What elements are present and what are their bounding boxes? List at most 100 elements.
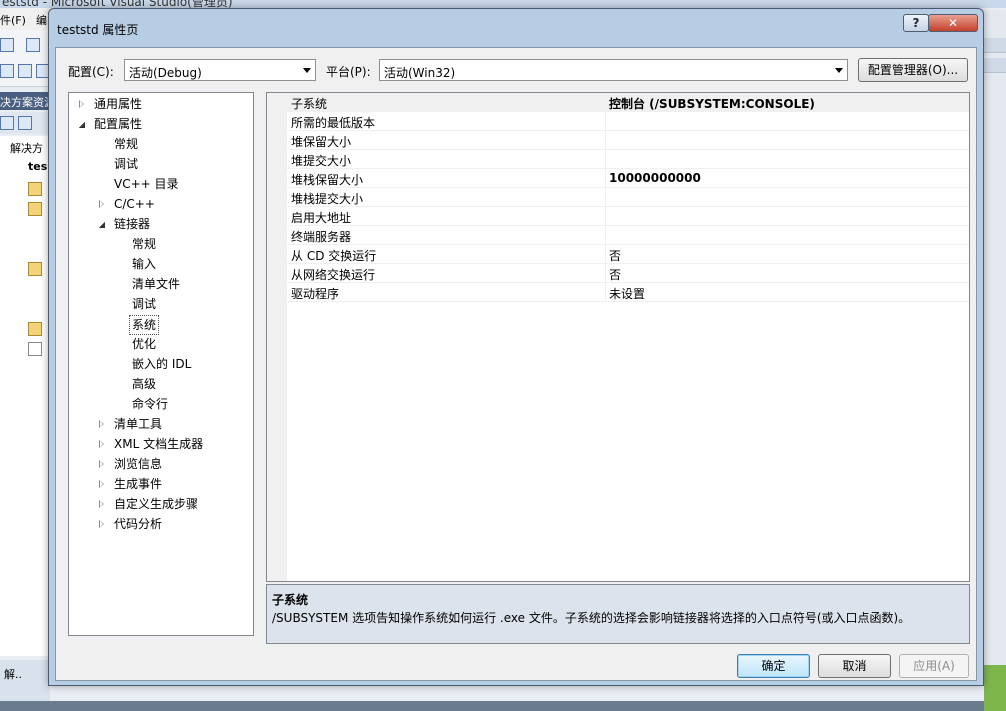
property-row[interactable]: 所需的最低版本 [287,112,969,131]
property-row[interactable]: 驱动程序 未设置 [287,283,969,302]
properties-icon[interactable] [0,116,14,130]
background-menu-edit[interactable]: 编 [36,12,47,28]
project-node[interactable]: tes [28,160,47,173]
tree-node[interactable]: 优化 [69,335,253,353]
tree-node[interactable]: 常规 [69,235,253,253]
property-grid: 子系统 控制台 (/SUBSYSTEM:CONSOLE) 所需的最低版本 堆保留大小堆… [266,92,970,582]
config-dropdown[interactable]: 活动(Debug) [124,59,316,81]
config-manager-button[interactable]: 配置管理器(O)... [858,58,968,82]
tree-node[interactable]: 嵌入的 IDL [69,355,253,373]
solution-node[interactable]: 解决方 [10,140,43,156]
background-toolbar-1 [0,30,50,58]
solution-explorer-tab[interactable]: 解.. [4,666,22,682]
close-button[interactable]: ✕ [928,14,978,32]
collapsed-arrow-icon[interactable] [99,420,104,428]
collapsed-arrow-icon[interactable] [99,440,104,448]
tree-node[interactable]: 常规 [69,135,253,153]
platform-dropdown[interactable]: 活动(Win32) [379,59,848,81]
toolbar-grid-icon[interactable] [26,38,40,52]
property-value[interactable]: 控制台 (/SUBSYSTEM:CONSOLE) [609,95,815,112]
dialog-client-area: 配置(C): 活动(Debug) 平台(P): 活动(Win32) 配置管理器(… [55,47,977,681]
tree-node[interactable]: 系统 [69,315,253,335]
property-tree: 通用属性 配置属性 常规 调试 VC++ 目录 C/C++ 链接器 常规 输入 清单文件 调试 系统优… [68,92,254,636]
tree-node[interactable]: 自定义生成步骤 [69,495,253,513]
tree-node[interactable]: 调试 [69,155,253,173]
property-row[interactable]: 启用大地址 [287,207,969,226]
solution-explorer-tree: 解决方 tes [0,136,50,656]
column-separator [605,264,606,283]
tree-node-label: 系统 [129,315,160,335]
property-row[interactable]: 堆保留大小 [287,131,969,150]
tree-node[interactable]: 清单工具 [69,415,253,433]
tree-node[interactable]: 生成事件 [69,475,253,493]
column-separator [605,188,606,207]
grid-gutter [267,93,287,581]
collapsed-arrow-icon[interactable] [79,100,84,108]
toolbar-project-icon[interactable] [0,38,14,52]
collapsed-arrow-icon[interactable] [99,500,104,508]
column-separator [605,93,606,112]
collapsed-arrow-icon[interactable] [99,200,104,208]
property-row[interactable]: 从 CD 交换运行 否 [287,245,969,264]
folder-icon[interactable] [28,322,42,336]
folder-icon[interactable] [28,262,42,276]
background-toolbar-2 [0,58,50,87]
property-row[interactable]: 终端服务器 [287,226,969,245]
help-button[interactable]: ? [903,14,929,32]
ok-button[interactable]: 确定 [737,654,810,678]
column-separator [605,207,606,226]
cancel-button[interactable]: 取消 [818,654,891,678]
tree-node-label: 输入 [132,257,157,271]
expanded-arrow-icon[interactable] [79,122,85,128]
show-files-icon[interactable] [18,116,32,130]
property-name: 从 CD 交换运行 [291,249,377,263]
tree-node[interactable]: VC++ 目录 [69,175,253,193]
property-row[interactable]: 从网络交换运行 否 [287,264,969,283]
file-icon[interactable] [28,342,42,356]
dialog-title-bar[interactable]: teststd 属性页 ? ✕ [49,9,983,39]
background-menu-file[interactable]: 件(F) [0,12,26,28]
tree-node[interactable]: 高级 [69,375,253,393]
property-value[interactable]: 否 [609,266,621,283]
folder-icon[interactable] [28,182,42,196]
property-value[interactable]: 10000000000 [609,171,701,185]
tree-node[interactable]: 配置属性 [69,115,253,133]
property-row[interactable]: 堆栈提交大小 [287,188,969,207]
tree-node[interactable]: XML 文档生成器 [69,435,253,453]
property-value[interactable]: 否 [609,247,621,264]
toolbar-cut-icon[interactable] [0,64,14,78]
column-separator [605,226,606,245]
expanded-arrow-icon[interactable] [99,222,105,228]
tree-node[interactable]: 浏览信息 [69,455,253,473]
tree-node-label: 配置属性 [94,117,143,131]
tree-node[interactable]: 链接器 [69,215,253,233]
apply-button[interactable]: 应用(A) [899,654,969,678]
tree-node-label: 通用属性 [94,97,143,111]
tree-node[interactable]: 代码分析 [69,515,253,533]
tree-node[interactable]: 输入 [69,255,253,273]
column-separator [605,283,606,302]
property-row[interactable]: 堆提交大小 [287,150,969,169]
tree-node-label: 调试 [114,157,139,171]
config-label: 配置(C): [68,65,114,79]
property-row[interactable]: 堆栈保留大小 10000000000 [287,169,969,188]
tree-node-label: 优化 [132,337,157,351]
toolbar-copy-icon[interactable] [18,64,32,78]
chevron-down-icon [835,68,843,73]
tree-node[interactable]: C/C++ [69,195,253,213]
tree-node[interactable]: 命令行 [69,395,253,413]
tree-node-label: 浏览信息 [114,457,163,471]
tree-node[interactable]: 通用属性 [69,95,253,113]
property-value[interactable]: 未设置 [609,285,645,302]
collapsed-arrow-icon[interactable] [99,520,104,528]
property-name: 启用大地址 [291,211,352,225]
folder-icon[interactable] [28,202,42,216]
tree-node[interactable]: 清单文件 [69,275,253,293]
collapsed-arrow-icon[interactable] [99,460,104,468]
property-row[interactable]: 子系统 控制台 (/SUBSYSTEM:CONSOLE) [287,93,969,112]
property-name: 从网络交换运行 [291,268,376,282]
column-separator [605,131,606,150]
collapsed-arrow-icon[interactable] [99,480,104,488]
tree-node[interactable]: 调试 [69,295,253,313]
solution-explorer-title: 决方案资源 [0,96,55,109]
